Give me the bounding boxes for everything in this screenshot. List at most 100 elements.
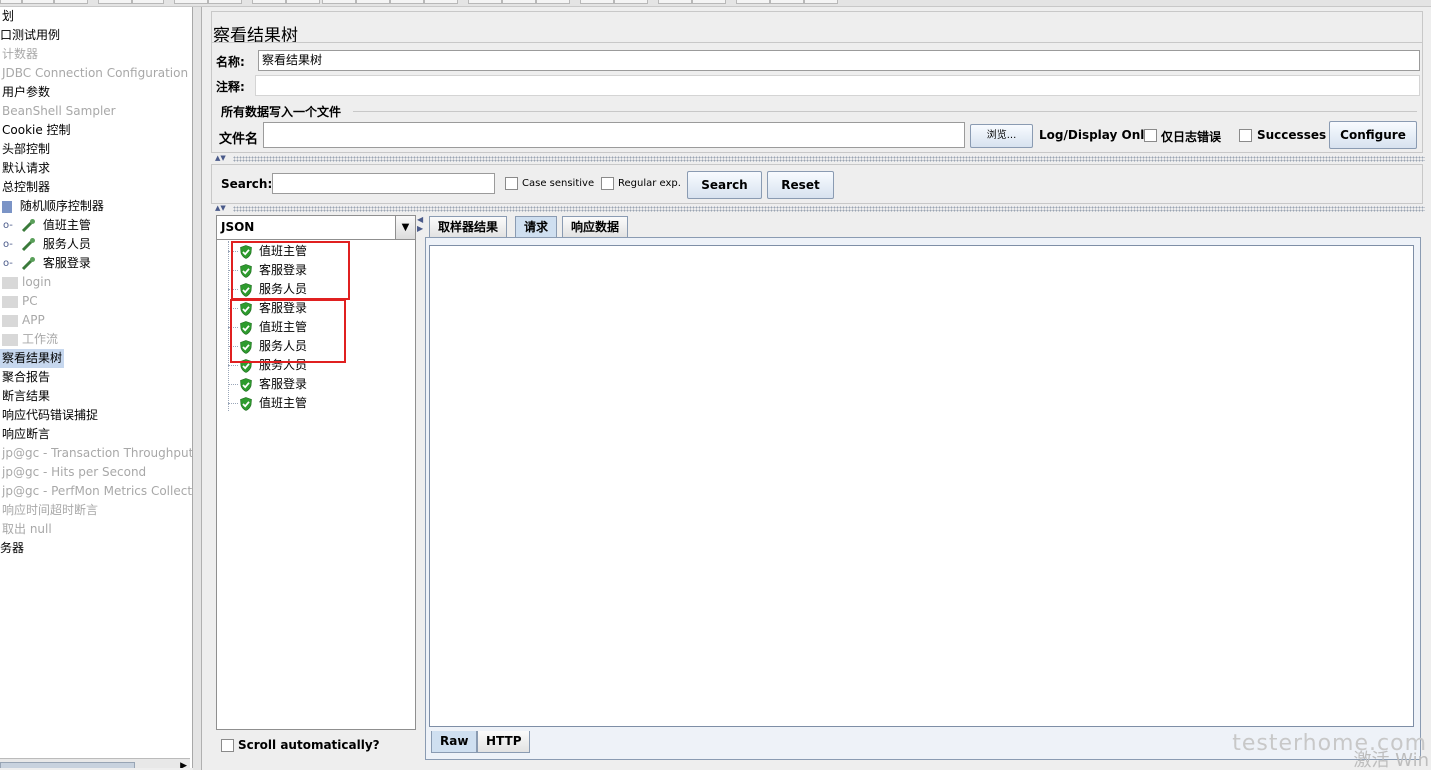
tree-item[interactable]: 断言结果 xyxy=(2,387,50,406)
toolbar-button[interactable] xyxy=(252,0,286,4)
comment-input[interactable] xyxy=(255,75,1420,96)
tree-item[interactable]: 工作流 xyxy=(2,330,58,349)
chevron-down-icon[interactable]: ▼ xyxy=(395,216,415,239)
collapse-arrows-icon[interactable]: ▲▼ xyxy=(215,204,226,212)
result-row[interactable]: 客服登录 xyxy=(239,375,307,394)
tree-item[interactable]: 计数器 xyxy=(2,45,38,64)
view-results-tree-panel: 察看结果树 名称: 察看结果树 注释: 所有数据写入一个文件 文件名 浏览...… xyxy=(203,7,1431,770)
tree-item[interactable]: jp@gc - Transaction Throughput vs xyxy=(2,444,193,463)
tree-line xyxy=(228,403,238,404)
tree-item[interactable]: 口测试用例 xyxy=(0,26,60,45)
collapse-arrows-icon[interactable]: ▲▼ xyxy=(215,154,226,162)
tree-item[interactable]: jp@gc - PerfMon Metrics Collector xyxy=(2,482,192,501)
renderer-select[interactable]: JSON ▼ xyxy=(216,215,416,240)
log-display-only-label: Log/Display Only: xyxy=(1039,128,1157,142)
tree-item-label: jp@gc - Hits per Second xyxy=(2,465,147,479)
tree-item[interactable]: 头部控制 xyxy=(2,140,50,159)
toolbar-button[interactable] xyxy=(286,0,320,4)
split-divider[interactable] xyxy=(233,206,1425,212)
tree-item[interactable]: 务器 xyxy=(0,539,24,558)
horizontal-scrollbar[interactable]: ▶ xyxy=(0,758,190,768)
result-row[interactable]: 值班主管 xyxy=(239,394,307,413)
case-sensitive-checkbox[interactable] xyxy=(505,177,518,190)
tree-item[interactable]: jp@gc - Hits per Second xyxy=(2,463,146,482)
toolbar-button[interactable] xyxy=(390,0,424,4)
toolbar-button[interactable] xyxy=(22,0,54,4)
toolbar-button[interactable] xyxy=(580,0,614,4)
toolbar-button[interactable] xyxy=(356,0,390,4)
tree-item-label: Cookie 控制 xyxy=(2,123,71,137)
tree-item[interactable]: 响应断言 xyxy=(2,425,50,444)
tree-item[interactable]: 总控制器 xyxy=(2,178,50,197)
jmeter-window: 划 口测试用例 计数器 JDBC Connection Configuratio… xyxy=(0,0,1431,770)
tree-item[interactable]: JDBC Connection Configuration xyxy=(2,64,188,83)
tree-item-label: 响应代码错误捕捉 xyxy=(2,408,99,422)
errors-only-checkbox[interactable] xyxy=(1144,129,1157,142)
toolbar-button[interactable] xyxy=(614,0,648,4)
tab-response-data[interactable]: 响应数据 xyxy=(562,216,629,237)
toolbar-button[interactable] xyxy=(174,0,208,4)
tree-item[interactable]: 响应时间超时断言 xyxy=(2,501,98,520)
tree-item-selected[interactable]: 察看结果树 xyxy=(0,349,65,368)
tree-item[interactable]: 默认请求 xyxy=(2,159,50,178)
search-button[interactable]: Search xyxy=(687,171,762,199)
tab-request[interactable]: 请求 xyxy=(515,216,558,237)
tree-item-label: 响应断言 xyxy=(2,427,51,441)
tab-raw[interactable]: Raw xyxy=(431,731,478,753)
toolbar-button[interactable] xyxy=(502,0,536,4)
tree-item-label: jp@gc - Transaction Throughput vs xyxy=(2,446,193,460)
scrollbar-thumb[interactable] xyxy=(0,762,135,768)
errors-only-label: 仅日志错误 xyxy=(1161,130,1222,144)
toolbar-button[interactable] xyxy=(98,0,132,4)
tree-item[interactable]: 客服登录 xyxy=(20,254,91,273)
configure-button[interactable]: Configure xyxy=(1329,121,1417,149)
toolbar-button[interactable] xyxy=(736,0,770,4)
pane-splitter[interactable] xyxy=(193,7,202,770)
toolbar-button[interactable] xyxy=(54,0,88,4)
toolbar-button[interactable] xyxy=(132,0,164,4)
request-content-area[interactable] xyxy=(429,245,1414,727)
successes-checkbox[interactable] xyxy=(1239,129,1252,142)
split-divider[interactable] xyxy=(233,156,1425,162)
tree-item[interactable]: 用户参数 xyxy=(2,83,50,102)
search-input[interactable] xyxy=(272,173,495,194)
toolbar-button[interactable] xyxy=(322,0,356,4)
reset-button[interactable]: Reset xyxy=(767,171,834,199)
tree-item[interactable]: 响应代码错误捕捉 xyxy=(2,406,98,425)
toolbar-button[interactable] xyxy=(424,0,458,4)
toolbar-button[interactable] xyxy=(208,0,242,4)
toolbar-button[interactable] xyxy=(692,0,726,4)
name-input[interactable]: 察看结果树 xyxy=(258,50,1420,71)
toolbar-button[interactable] xyxy=(658,0,692,4)
scroll-right-icon[interactable]: ▶ xyxy=(180,761,187,768)
filename-input[interactable] xyxy=(263,122,965,148)
tree-item-label: 值班主管 xyxy=(42,218,91,232)
tree-item[interactable]: login xyxy=(2,273,51,292)
tab-sampler-result[interactable]: 取样器结果 xyxy=(429,216,508,237)
split-arrows-icon[interactable]: ◀ ▶ xyxy=(417,215,423,233)
tree-item[interactable]: BeanShell Sampler xyxy=(2,102,116,121)
toolbar-button[interactable] xyxy=(536,0,570,4)
tree-item[interactable]: 取出 null xyxy=(2,520,52,539)
toolbar-button[interactable] xyxy=(0,0,22,4)
tree-item[interactable]: 随机顺序控制器 xyxy=(2,197,104,216)
divider xyxy=(211,42,1423,43)
browse-button[interactable]: 浏览... xyxy=(970,124,1033,148)
tree-item[interactable]: 值班主管 xyxy=(20,216,91,235)
tree-item[interactable]: 聚合报告 xyxy=(2,368,50,387)
toolbar xyxy=(0,0,1431,7)
file-section-title: 所有数据写入一个文件 xyxy=(221,105,342,119)
tree-line xyxy=(228,365,238,366)
tree-item[interactable]: Cookie 控制 xyxy=(2,121,71,140)
toolbar-button[interactable] xyxy=(804,0,838,4)
regex-checkbox[interactable] xyxy=(601,177,614,190)
scroll-auto-checkbox[interactable] xyxy=(221,739,234,752)
tab-http[interactable]: HTTP xyxy=(477,731,531,753)
tree-item[interactable]: APP xyxy=(2,311,45,330)
toolbar-button[interactable] xyxy=(468,0,502,4)
toolbar-button[interactable] xyxy=(770,0,804,4)
tree-item[interactable]: 服务人员 xyxy=(20,235,91,254)
tree-item[interactable]: 划 xyxy=(2,7,14,26)
tree-item[interactable]: PC xyxy=(2,292,38,311)
result-label: 值班主管 xyxy=(259,396,308,410)
